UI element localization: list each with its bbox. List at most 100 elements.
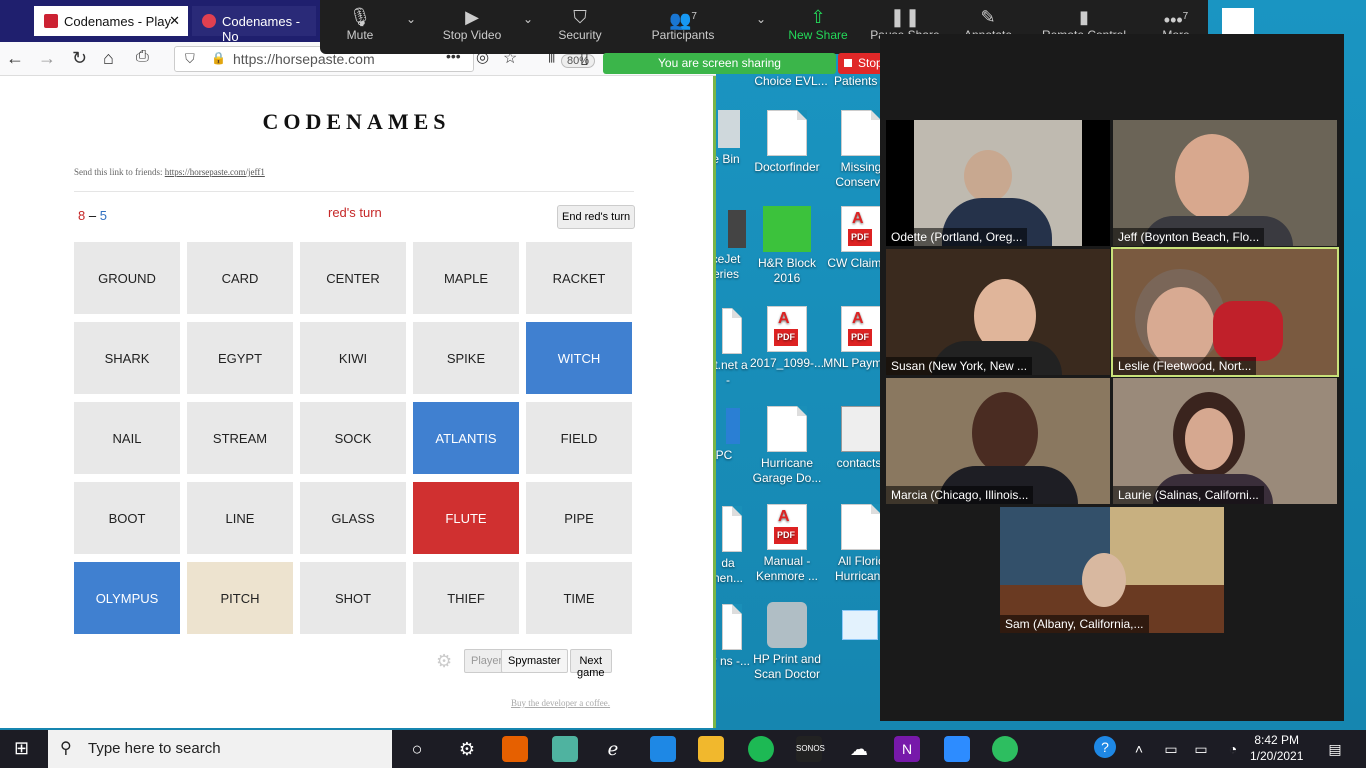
chevron-down-icon[interactable]: ⌄ xyxy=(756,12,766,26)
word-card[interactable]: NAIL xyxy=(74,402,180,474)
clock[interactable]: 8:42 PM 1/20/2021 xyxy=(1250,732,1303,764)
reload-icon[interactable]: ↻ xyxy=(72,48,87,69)
settings-gear-icon[interactable]: ⚙ xyxy=(436,651,452,672)
next-game-button[interactable]: Next game xyxy=(570,649,612,679)
video-tile[interactable]: Susan (New York, New ... xyxy=(886,249,1110,375)
settings-gear-icon[interactable]: ⚙ xyxy=(454,736,480,762)
spreadsheet-icon[interactable] xyxy=(842,610,878,640)
word-card[interactable]: TIME xyxy=(526,562,632,634)
word-card[interactable]: LINE xyxy=(187,482,293,554)
cloud-icon[interactable]: ☁ xyxy=(846,736,872,762)
device-icon[interactable]: ▭ xyxy=(1158,736,1184,762)
forward-icon[interactable]: → xyxy=(38,48,56,69)
word-card[interactable]: BOOT xyxy=(74,482,180,554)
tab-label: Codenames - No xyxy=(222,14,301,44)
edge-icon[interactable]: ℯ xyxy=(600,736,626,762)
stop-video-button[interactable]: ▶ Stop Video xyxy=(427,6,517,42)
participants-icon: 👥7 xyxy=(669,10,697,30)
word-card[interactable]: FLUTE xyxy=(413,482,519,554)
task-view-icon[interactable]: ○ xyxy=(404,736,430,762)
word-card[interactable]: KIWI xyxy=(300,322,406,394)
word-card[interactable]: STREAM xyxy=(187,402,293,474)
desktop-icon[interactable]: Hurricane Garage Do... xyxy=(748,406,826,486)
spymaster-toggle[interactable]: Spymaster xyxy=(501,649,568,673)
mute-button[interactable]: 🎙 Mute xyxy=(315,6,405,42)
desktop-icon-label: PC xyxy=(715,448,733,462)
word-card[interactable]: FIELD xyxy=(526,402,632,474)
chevron-down-icon[interactable]: ⌄ xyxy=(406,12,416,26)
tab-codenames-play[interactable]: Codenames - Play ✕ xyxy=(34,6,188,36)
desktop-icon[interactable]: HP Print and Scan Doctor xyxy=(748,602,826,682)
desktop-icon[interactable]: Doctorfinder xyxy=(748,110,826,175)
desktop-icon[interactable]: H&R Block 2016 xyxy=(748,206,826,286)
app-icon[interactable] xyxy=(552,736,578,762)
word-card[interactable]: SHOT xyxy=(300,562,406,634)
windows-start-icon[interactable]: ⊞ xyxy=(14,738,29,759)
close-icon[interactable]: ✕ xyxy=(169,13,180,29)
zoom-level[interactable]: 80% xyxy=(561,54,596,68)
chevron-down-icon[interactable]: ⌄ xyxy=(523,12,533,26)
video-tile[interactable]: Laurie (Salinas, Californi... xyxy=(1113,378,1337,504)
video-tile[interactable]: Odette (Portland, Oreg... xyxy=(886,120,1110,246)
word-card[interactable]: PIPE xyxy=(526,482,632,554)
score: 8 – 5 xyxy=(78,208,107,223)
notifications-icon[interactable]: ▤ xyxy=(1322,736,1348,762)
word-card[interactable]: GROUND xyxy=(74,242,180,314)
word-card[interactable]: SHARK xyxy=(74,322,180,394)
back-icon[interactable]: ← xyxy=(6,48,24,69)
app-icon[interactable] xyxy=(650,736,676,762)
sonos-icon[interactable]: SONOS xyxy=(796,736,825,762)
stop-video-label: Stop Video xyxy=(442,28,502,42)
mouse-icon: ▮ xyxy=(1079,7,1089,27)
desktop-icon-label: Manual - Kenmore ... xyxy=(755,554,819,583)
evernote-icon[interactable] xyxy=(992,736,1018,762)
desktop-icon-label: Doctorfinder xyxy=(754,160,820,174)
video-tile[interactable]: Sam (Albany, California,... xyxy=(1000,507,1224,633)
desktop-icon[interactable]: Choice EVL... xyxy=(752,74,830,89)
share-link-row: Send this link to friends: https://horse… xyxy=(74,167,265,177)
zoom-app-icon[interactable] xyxy=(944,736,970,762)
word-card[interactable]: PITCH xyxy=(187,562,293,634)
word-card[interactable]: EGYPT xyxy=(187,322,293,394)
participant-name: Laurie (Salinas, Californi... xyxy=(1113,486,1264,504)
word-card[interactable]: RACKET xyxy=(526,242,632,314)
new-share-button[interactable]: ⇧ New Share xyxy=(773,6,863,42)
taskbar: ⊞ ⚲ Type here to search ○ ⚙ ℯ SONOS ☁ N ?… xyxy=(0,730,1366,768)
word-card[interactable]: WITCH xyxy=(526,322,632,394)
video-tile[interactable]: Marcia (Chicago, Illinois... xyxy=(886,378,1110,504)
chevron-up-icon[interactable]: ˄ xyxy=(1126,736,1152,762)
word-card[interactable]: ATLANTIS xyxy=(413,402,519,474)
file-explorer-icon[interactable] xyxy=(698,736,724,762)
battery-icon[interactable]: ▭ xyxy=(1188,736,1214,762)
mute-label: Mute xyxy=(346,28,374,42)
wifi-icon[interactable]: ◔ xyxy=(1220,736,1246,762)
codenames-page: CODENAMES Send this link to friends: htt… xyxy=(0,77,713,727)
taskbar-search[interactable]: ⚲ Type here to search xyxy=(48,730,392,768)
home-icon[interactable]: ⌂ xyxy=(103,48,114,69)
end-turn-button[interactable]: End red's turn xyxy=(557,205,636,229)
video-tile[interactable]: Jeff (Boynton Beach, Flo... xyxy=(1113,120,1337,246)
desktop-icon-label: da nen... xyxy=(712,556,744,585)
print-icon[interactable]: ⎙ xyxy=(136,48,149,66)
word-card[interactable]: THIEF xyxy=(413,562,519,634)
spotify-icon[interactable] xyxy=(748,736,774,762)
participants-button[interactable]: 👥7 Participants xyxy=(638,6,728,42)
word-card[interactable]: CARD xyxy=(187,242,293,314)
word-card[interactable]: SOCK xyxy=(300,402,406,474)
video-tile[interactable]: Leslie (Fleetwood, Nort... xyxy=(1111,247,1339,377)
word-card[interactable]: GLASS xyxy=(300,482,406,554)
help-icon[interactable]: ? xyxy=(1094,736,1116,758)
shield-icon: ⛉ xyxy=(573,7,587,27)
desktop-icon[interactable]: A PDF Manual - Kenmore ... xyxy=(748,504,826,584)
word-card[interactable]: SPIKE xyxy=(413,322,519,394)
word-card[interactable]: CENTER xyxy=(300,242,406,314)
desktop-icon[interactable]: A PDF 2017_1099-... xyxy=(748,306,826,371)
tab-codenames-no[interactable]: Codenames - No xyxy=(192,6,316,44)
onenote-icon[interactable]: N xyxy=(894,736,920,762)
share-link[interactable]: https://horsepaste.com/jeff1 xyxy=(165,167,265,177)
word-card[interactable]: OLYMPUS xyxy=(74,562,180,634)
firefox-icon[interactable] xyxy=(502,736,528,762)
word-card[interactable]: MAPLE xyxy=(413,242,519,314)
coffee-link[interactable]: Buy the developer a coffee. xyxy=(511,698,610,708)
security-button[interactable]: ⛉ Security xyxy=(535,6,625,42)
